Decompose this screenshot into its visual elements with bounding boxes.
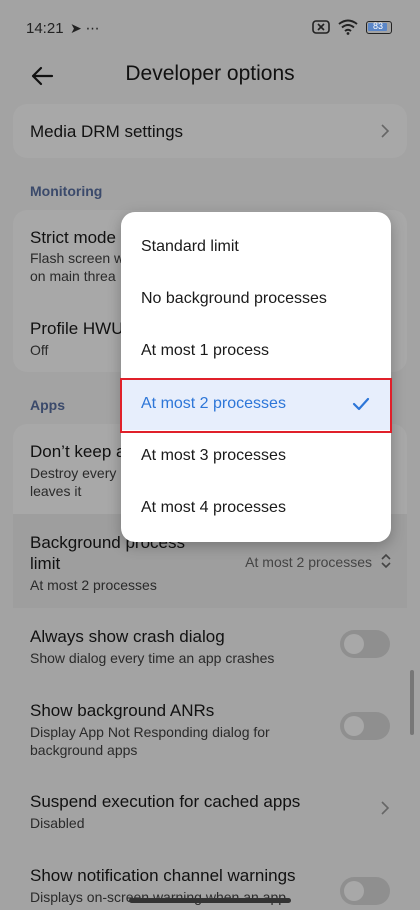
menu-option-standard-limit[interactable]: Standard limit — [121, 221, 391, 273]
background-anrs-title: Show background ANRs — [30, 701, 215, 720]
background-anrs-toggle[interactable] — [340, 712, 390, 740]
background-anrs-subtitle-2: background apps — [30, 742, 138, 758]
status-time: 14:21 — [26, 20, 64, 37]
menu-option-no-background-processes[interactable]: No background processes — [121, 273, 391, 325]
status-right-icons: 83 — [312, 19, 392, 35]
dont-keep-activities-title[interactable]: Don’t keep a — [30, 442, 125, 462]
home-indicator[interactable] — [129, 898, 291, 903]
crash-dialog-subtitle: Show dialog every time an app crashes — [30, 650, 275, 666]
profile-hwui-subtitle: Off — [30, 342, 49, 358]
background-limit-menu: Standard limit No background processes A… — [121, 212, 391, 542]
strict-mode-title[interactable]: Strict mode — [30, 228, 116, 248]
menu-option-at-most-4[interactable]: At most 4 processes — [121, 482, 391, 534]
profile-hwui-title[interactable]: Profile HWU — [30, 319, 124, 339]
notification-warnings-subtitle: Displays on-screen warning when an app — [30, 889, 287, 905]
dropdown-updown-icon — [381, 553, 391, 569]
suspend-cached-apps-subtitle: Disabled — [30, 815, 85, 831]
media-drm-title: Media DRM settings — [30, 122, 184, 141]
chevron-right-icon — [381, 124, 390, 138]
notification-warnings-title: Show notification channel warnings — [30, 866, 296, 885]
strict-mode-subtitle-2: on main threa — [30, 268, 116, 284]
dont-keep-activities-subtitle-2: leaves it — [30, 483, 82, 499]
sim-off-icon — [312, 20, 330, 34]
background-anrs-subtitle-1: Display App Not Responding dialog for — [30, 724, 270, 740]
suspend-cached-apps-title[interactable]: Suspend execution for cached apps — [30, 792, 300, 812]
menu-option-at-most-3[interactable]: At most 3 processes — [121, 430, 391, 482]
crash-dialog-title: Always show crash dialog — [30, 627, 225, 646]
notification-warnings-toggle[interactable] — [340, 877, 390, 905]
battery-icon: 83 — [366, 20, 392, 34]
section-label-apps: Apps — [30, 397, 65, 413]
background-process-limit-title-2: limit — [30, 554, 61, 573]
strict-mode-subtitle-1: Flash screen w — [30, 250, 125, 266]
wifi-icon — [338, 19, 358, 35]
chevron-right-icon — [381, 801, 390, 815]
section-label-monitoring: Monitoring — [30, 183, 103, 199]
scrollbar[interactable] — [410, 670, 414, 735]
status-bar: 14:21 ➤ ⋯ 83 — [0, 0, 420, 56]
background-process-limit-subtitle: At most 2 processes — [30, 577, 157, 593]
crash-dialog-toggle[interactable] — [340, 630, 390, 658]
page-title: Developer options — [125, 62, 295, 85]
battery-level: 83 — [372, 20, 383, 31]
status-notification-icons: ➤ ⋯ — [70, 20, 100, 36]
background-process-limit-value[interactable]: At most 2 processes — [245, 554, 372, 570]
selection-highlight-box — [120, 378, 392, 433]
dont-keep-activities-subtitle-1: Destroy every — [30, 465, 117, 481]
app-header: Developer options — [0, 56, 420, 96]
menu-option-at-most-1[interactable]: At most 1 process — [121, 325, 391, 377]
